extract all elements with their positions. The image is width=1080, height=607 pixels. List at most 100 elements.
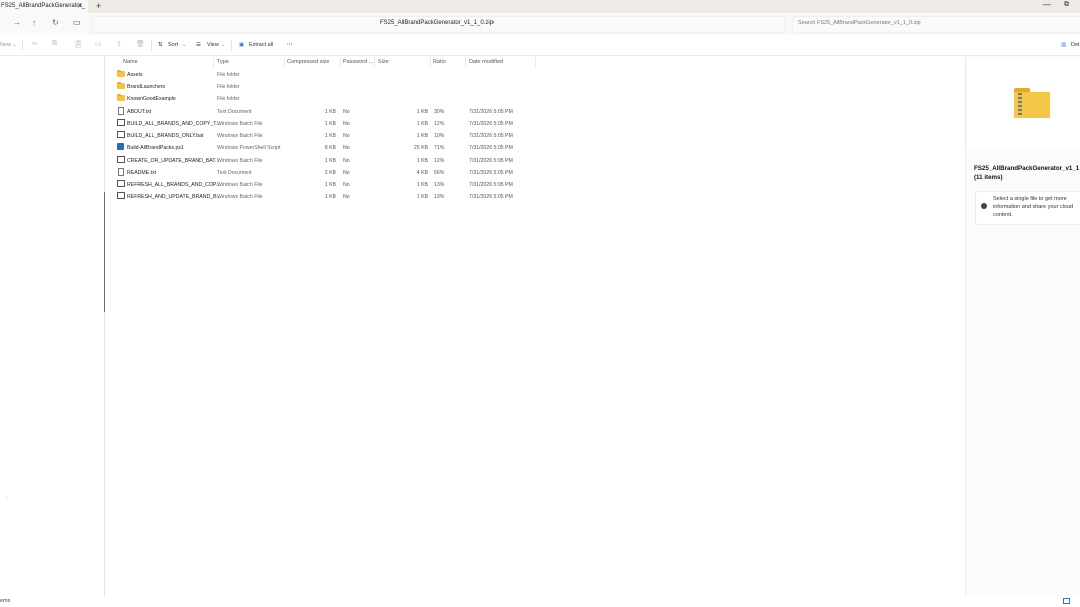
file-password: No	[343, 121, 350, 127]
column-divider[interactable]	[340, 57, 341, 68]
file-ratio: 12%	[434, 158, 445, 164]
maximize-icon[interactable]: ⧉	[1064, 1, 1069, 9]
extract-all-button[interactable]: Extract all	[249, 42, 273, 48]
file-compressed-size: 1 KB	[324, 158, 336, 164]
file-ratio: 71%	[434, 145, 445, 151]
file-compressed-size: 1 KB	[324, 182, 336, 188]
file-type: Text Document	[217, 109, 252, 115]
new-button[interactable]: New	[0, 42, 11, 48]
column-header-name[interactable]: Name	[123, 59, 138, 65]
more-options-icon[interactable]: ···	[287, 42, 293, 48]
view-chevron-icon[interactable]: ⌄	[221, 42, 226, 48]
status-bar	[0, 596, 1080, 607]
file-ratio: 13%	[434, 182, 445, 188]
file-row[interactable]: BUILD_ALL_BRANDS_AND_COPY_T... Windows B…	[108, 118, 536, 130]
column-header-compressed-size[interactable]: Compressed size	[287, 59, 330, 65]
file-ratio: 10%	[434, 133, 445, 139]
delete-icon[interactable]: 🗑︎	[136, 40, 145, 48]
file-name: REFRESH_ALL_BRANDS_AND_COP...	[127, 182, 221, 188]
view-button[interactable]: View	[207, 42, 219, 48]
file-type: Text Document	[217, 170, 252, 176]
file-type: Windows Batch File	[217, 182, 263, 188]
new-tab-icon[interactable]: +	[96, 1, 101, 11]
file-row[interactable]: ABOUT.txt Text Document 1 KB No 1 KB 30%…	[108, 106, 536, 118]
file-size: 25 KB	[413, 145, 428, 151]
cut-icon[interactable]: ✂	[32, 40, 38, 48]
file-row[interactable]: CREATE_OR_UPDATE_BRAND_BAT... Windows Ba…	[108, 155, 536, 167]
file-date: 7/31/2026 5:05 PM	[469, 182, 513, 188]
file-row[interactable]: README.txt Text Document 2 KB No 4 KB 56…	[108, 167, 536, 179]
column-header-password[interactable]: Password ...	[343, 59, 373, 65]
paste-icon[interactable]: 📋︎	[74, 40, 83, 48]
tab-close-icon[interactable]: ✕	[77, 2, 83, 10]
column-header-date-modified[interactable]: Date modified	[469, 59, 503, 65]
nav-expand-icon[interactable]: -	[6, 495, 8, 501]
sort-chevron-icon[interactable]: ⌄	[182, 42, 187, 48]
file-ratio: 56%	[434, 170, 445, 176]
file-row[interactable]: KnownGoodExample File folder	[108, 93, 536, 105]
batch-file-icon	[117, 119, 125, 126]
file-size: 1 KB	[416, 121, 428, 127]
column-header-size[interactable]: Size	[378, 59, 389, 65]
rename-icon[interactable]: ▭	[95, 40, 102, 48]
column-divider[interactable]	[535, 57, 536, 68]
file-date: 7/31/2026 5:05 PM	[469, 158, 513, 164]
minimize-icon[interactable]: —	[1043, 0, 1051, 9]
file-compressed-size: 1 KB	[324, 133, 336, 139]
up-icon[interactable]: ↑	[32, 18, 36, 27]
new-chevron-icon[interactable]: ⌄	[12, 42, 17, 48]
sort-icon[interactable]: ⇅	[158, 42, 163, 48]
file-row[interactable]: REFRESH_AND_UPDATE_BRAND_B... Windows Ba…	[108, 191, 536, 203]
details-info-line: content.	[993, 212, 1013, 218]
column-divider[interactable]	[465, 57, 466, 68]
file-date: 7/31/2026 5:05 PM	[469, 170, 513, 176]
file-name: BrandLaunchers	[127, 84, 166, 90]
file-size: 4 KB	[416, 170, 428, 176]
file-size: 1 KB	[416, 194, 428, 200]
details-view-toggle-icon[interactable]	[1063, 598, 1070, 604]
file-name: ABOUT.txt	[127, 109, 152, 115]
file-type: Windows Batch File	[217, 158, 263, 164]
column-header-type[interactable]: Type	[217, 59, 229, 65]
file-type: Windows Batch File	[217, 121, 263, 127]
navigation-pane[interactable]	[0, 56, 105, 596]
search-placeholder: Search FS25_AllBrandPackGenerator_v1_1_0…	[798, 20, 921, 26]
file-row[interactable]: BrandLaunchers File folder	[108, 81, 536, 93]
extract-icon[interactable]: ▣	[239, 42, 244, 48]
zip-folder-icon	[1014, 88, 1050, 118]
copy-icon[interactable]: ⧉	[52, 40, 57, 48]
file-password: No	[343, 194, 350, 200]
column-divider[interactable]	[284, 57, 285, 68]
file-row[interactable]: BUILD_ALL_BRANDS_ONLY.bat Windows Batch …	[108, 130, 536, 142]
details-title: FS25_AllBrandPackGenerator_v1_1	[974, 165, 1080, 172]
share-icon[interactable]: ⇪	[116, 40, 122, 48]
details-pane-icon[interactable]: ▥	[1061, 42, 1066, 48]
sort-button[interactable]: Sort	[168, 42, 178, 48]
address-chevron-icon[interactable]: ›	[492, 19, 494, 26]
file-password: No	[343, 170, 350, 176]
file-row[interactable]: Build-AllBrandPacks.ps1 Windows PowerShe…	[108, 142, 536, 154]
file-password: No	[343, 158, 350, 164]
file-ratio: 12%	[434, 121, 445, 127]
column-divider[interactable]	[213, 57, 214, 68]
file-compressed-size: 1 KB	[324, 194, 336, 200]
back-icon[interactable]: →	[13, 18, 21, 27]
this-pc-icon[interactable]: ▭	[73, 18, 81, 27]
file-date: 7/31/2026 5:05 PM	[469, 109, 513, 115]
divider	[22, 40, 23, 51]
status-item-count: ems	[0, 598, 11, 604]
address-path[interactable]: FS25_AllBrandPackGenerator_v1_1_0.zip	[380, 20, 493, 26]
nav-scrollbar[interactable]	[104, 192, 105, 312]
file-row[interactable]: REFRESH_ALL_BRANDS_AND_COP... Windows Ba…	[108, 179, 536, 191]
column-divider[interactable]	[374, 57, 375, 68]
file-type: File folder	[217, 96, 240, 102]
refresh-icon[interactable]: ↻	[52, 18, 59, 27]
file-type: Windows Batch File	[217, 194, 263, 200]
details-button[interactable]: Det	[1071, 42, 1080, 48]
column-divider[interactable]	[430, 57, 431, 68]
file-row[interactable]: Assets File folder	[108, 69, 536, 81]
file-ratio: 13%	[434, 194, 445, 200]
file-name: Assets	[127, 72, 143, 78]
column-header-ratio[interactable]: Ratio	[433, 59, 446, 65]
view-icon[interactable]: ☰	[196, 42, 201, 48]
